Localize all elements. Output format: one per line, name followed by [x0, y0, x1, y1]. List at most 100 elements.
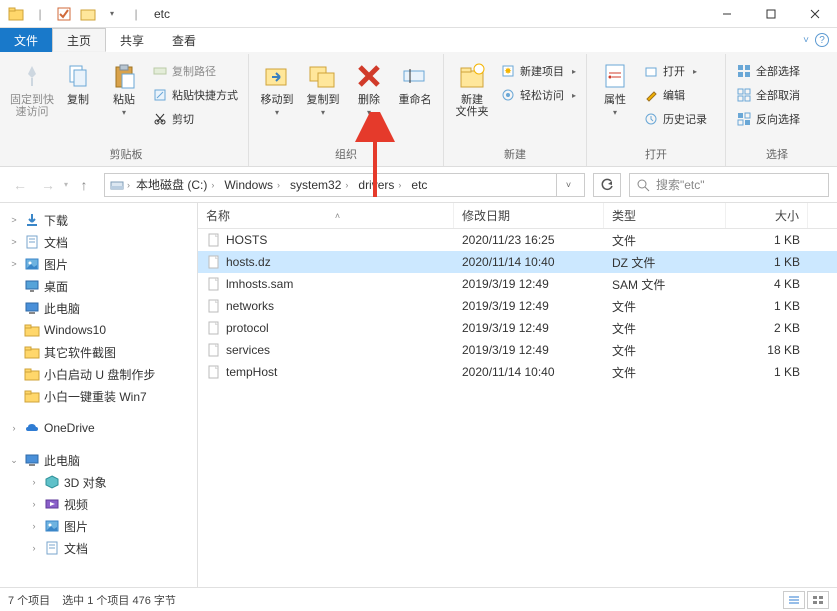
- navigation-pane[interactable]: >下载>文档>图片桌面此电脑Windows10其它软件截图小白启动 U 盘制作步…: [0, 203, 198, 587]
- paste-button[interactable]: 粘贴 ▾: [102, 58, 146, 117]
- delete-x-icon: [353, 60, 385, 92]
- address-dropdown-icon[interactable]: ˅: [556, 174, 580, 196]
- up-button[interactable]: ↑: [72, 173, 96, 197]
- file-icon: [206, 364, 222, 380]
- select-none-button[interactable]: 全部取消: [732, 84, 822, 106]
- sidebar-item[interactable]: >文档: [0, 231, 197, 253]
- column-date[interactable]: 修改日期: [454, 203, 604, 228]
- tab-share[interactable]: 共享: [106, 28, 158, 52]
- table-row[interactable]: tempHost2020/11/14 10:40文件1 KB: [198, 361, 837, 383]
- open-button[interactable]: 打开 ▸: [639, 60, 719, 82]
- pin-to-quick-access-button[interactable]: 固定到快 速访问: [10, 58, 54, 118]
- file-name: tempHost: [226, 365, 277, 379]
- pin-icon: [16, 60, 48, 92]
- qat-folder-icon[interactable]: [78, 4, 98, 24]
- breadcrumb[interactable]: Windows›: [220, 174, 284, 196]
- breadcrumb[interactable]: etc: [407, 174, 431, 196]
- search-placeholder: 搜索"etc": [656, 176, 705, 193]
- refresh-button[interactable]: [593, 173, 621, 197]
- sidebar-item[interactable]: ›图片: [0, 515, 197, 537]
- easy-access-button[interactable]: 轻松访问 ▸: [496, 84, 580, 106]
- thumbnails-view-button[interactable]: [807, 591, 829, 609]
- table-row[interactable]: networks2019/3/19 12:49文件1 KB: [198, 295, 837, 317]
- breadcrumb[interactable]: 本地磁盘 (C:)›: [132, 174, 218, 196]
- tab-view[interactable]: 查看: [158, 28, 210, 52]
- column-name[interactable]: 名称˄: [198, 203, 454, 228]
- expand-icon[interactable]: ›: [28, 521, 40, 531]
- file-name: networks: [226, 299, 274, 313]
- tab-home[interactable]: 主页: [52, 28, 106, 52]
- copy-to-button[interactable]: 复制到 ▾: [301, 58, 345, 117]
- sidebar-item[interactable]: 桌面: [0, 275, 197, 297]
- search-box[interactable]: 搜索"etc": [629, 173, 829, 197]
- sidebar-item-label: 文档: [64, 540, 88, 557]
- qat-dropdown-icon[interactable]: ▾: [102, 4, 122, 24]
- expand-icon[interactable]: >: [8, 237, 20, 247]
- sidebar-item[interactable]: 其它软件截图: [0, 341, 197, 363]
- details-view-button[interactable]: [783, 591, 805, 609]
- delete-button[interactable]: 删除 ▾: [347, 58, 391, 117]
- sidebar-item[interactable]: ›视频: [0, 493, 197, 515]
- table-row[interactable]: hosts.dz2020/11/14 10:40DZ 文件1 KB: [198, 251, 837, 273]
- sidebar-item[interactable]: 此电脑: [0, 297, 197, 319]
- chevron-down-icon: ▾: [367, 108, 371, 117]
- file-name: services: [226, 343, 270, 357]
- rename-button[interactable]: 重命名: [393, 58, 437, 106]
- column-headers: 名称˄ 修改日期 类型 大小: [198, 203, 837, 229]
- edit-button[interactable]: 编辑: [639, 84, 719, 106]
- column-type[interactable]: 类型: [604, 203, 726, 228]
- maximize-button[interactable]: [749, 0, 793, 28]
- paste-shortcut-button[interactable]: 粘贴快捷方式: [148, 84, 242, 106]
- sidebar-thispc[interactable]: ⌄ 此电脑: [0, 449, 197, 471]
- chevron-down-icon: ▾: [122, 108, 126, 117]
- sidebar-item[interactable]: Windows10: [0, 319, 197, 341]
- edit-icon: [643, 87, 659, 103]
- expand-icon[interactable]: ›: [28, 477, 40, 487]
- expand-icon[interactable]: >: [8, 215, 20, 225]
- sidebar-item[interactable]: › 文档: [0, 537, 197, 559]
- select-all-button[interactable]: 全部选择: [732, 60, 822, 82]
- sidebar-onedrive[interactable]: › OneDrive: [0, 417, 197, 439]
- invert-selection-button[interactable]: 反向选择: [732, 108, 822, 130]
- breadcrumb[interactable]: system32›: [286, 174, 352, 196]
- help-icon[interactable]: ?: [815, 33, 829, 47]
- sidebar-item[interactable]: ›3D 对象: [0, 471, 197, 493]
- ribbon-collapse[interactable]: ˅ ?: [803, 28, 837, 52]
- expand-icon[interactable]: ›: [28, 543, 40, 553]
- expand-icon[interactable]: >: [8, 259, 20, 269]
- table-row[interactable]: protocol2019/3/19 12:49文件2 KB: [198, 317, 837, 339]
- table-row[interactable]: lmhosts.sam2019/3/19 12:49SAM 文件4 KB: [198, 273, 837, 295]
- sidebar-item[interactable]: 小白一键重装 Win7: [0, 385, 197, 407]
- table-row[interactable]: HOSTS2020/11/23 16:25文件1 KB: [198, 229, 837, 251]
- properties-button[interactable]: 属性 ▾: [593, 58, 637, 117]
- move-to-button[interactable]: 移动到 ▾: [255, 58, 299, 117]
- cut-button[interactable]: 剪切: [148, 108, 242, 130]
- forward-button[interactable]: →: [36, 173, 60, 197]
- history-button[interactable]: 历史记录: [639, 108, 719, 130]
- close-button[interactable]: [793, 0, 837, 28]
- copy-button[interactable]: 复制: [56, 58, 100, 106]
- column-size[interactable]: 大小: [726, 203, 808, 228]
- tab-file[interactable]: 文件: [0, 28, 52, 52]
- address-bar[interactable]: › 本地磁盘 (C:)› Windows› system32› drivers›…: [104, 173, 585, 197]
- expand-icon[interactable]: ›: [8, 423, 20, 433]
- history-dropdown-icon[interactable]: ▾: [64, 180, 68, 189]
- new-folder-button[interactable]: 新建 文件夹: [450, 58, 494, 118]
- back-button[interactable]: ←: [8, 173, 32, 197]
- file-date: 2020/11/14 10:40: [454, 365, 604, 379]
- search-icon: [636, 178, 650, 192]
- properties-check-icon[interactable]: [54, 4, 74, 24]
- file-name: protocol: [226, 321, 269, 335]
- file-size: 4 KB: [726, 277, 808, 291]
- sidebar-item[interactable]: >图片: [0, 253, 197, 275]
- new-item-button[interactable]: ✸ 新建项目 ▸: [496, 60, 580, 82]
- copy-path-button[interactable]: 复制路径: [148, 60, 242, 82]
- table-row[interactable]: services2019/3/19 12:49文件18 KB: [198, 339, 837, 361]
- collapse-icon[interactable]: ⌄: [8, 455, 20, 466]
- minimize-button[interactable]: [705, 0, 749, 28]
- group-label: 组织: [335, 144, 357, 166]
- breadcrumb[interactable]: drivers›: [354, 174, 405, 196]
- sidebar-item[interactable]: 小白启动 U 盘制作步: [0, 363, 197, 385]
- sidebar-item[interactable]: >下载: [0, 209, 197, 231]
- expand-icon[interactable]: ›: [28, 499, 40, 509]
